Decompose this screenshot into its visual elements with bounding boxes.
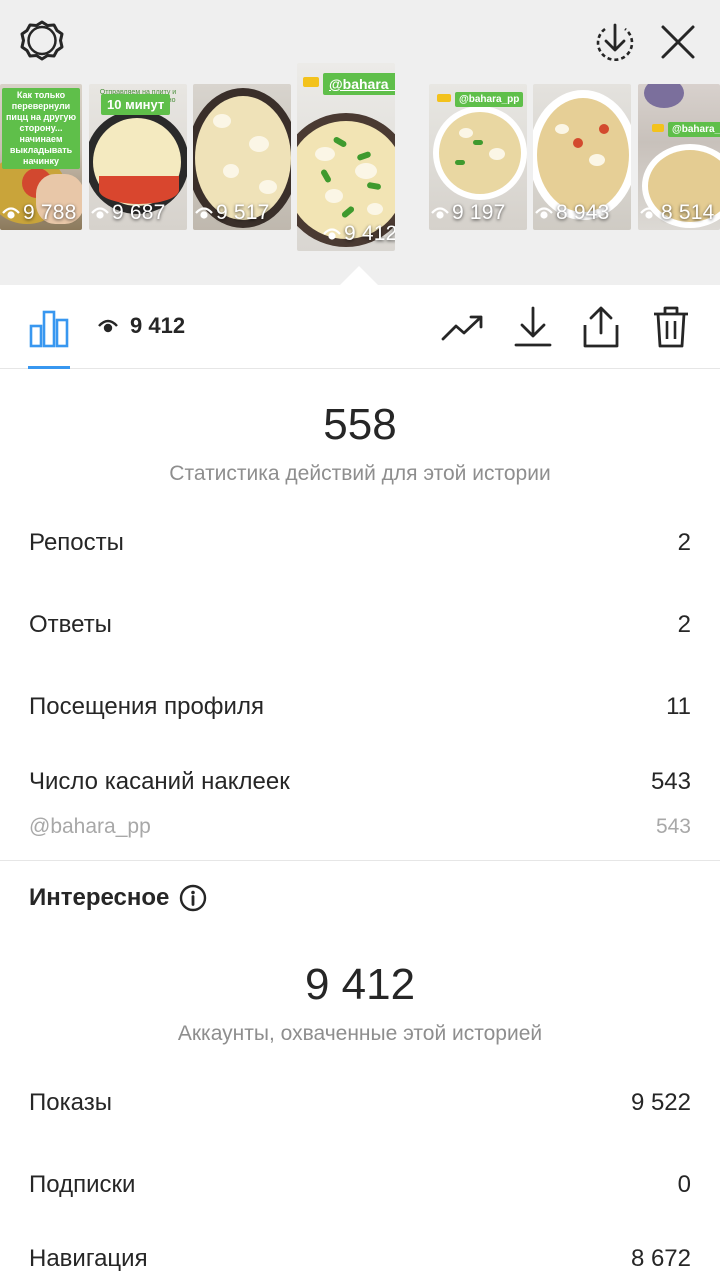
story-caption: 10 минут bbox=[101, 94, 171, 115]
arrow-sticker-icon bbox=[652, 124, 664, 132]
selected-story-pointer bbox=[340, 266, 378, 285]
arrow-sticker-icon bbox=[303, 77, 319, 87]
close-icon bbox=[661, 25, 695, 59]
settings-gear-icon bbox=[20, 20, 64, 61]
discovery-title-text: Интересное bbox=[29, 884, 170, 911]
eye-icon bbox=[2, 207, 20, 219]
stat-label: Репосты bbox=[29, 529, 124, 556]
interactions-total: 558 bbox=[323, 400, 397, 449]
stat-value: 0 bbox=[677, 1171, 691, 1198]
story-thumbnail[interactable]: Отправляем на плиту и готовим ещё пример… bbox=[89, 84, 187, 230]
reach-total: 9 412 bbox=[304, 960, 416, 1009]
story-caption: @bahara_pp bbox=[455, 92, 524, 107]
stories-strip: Как только перевернули пицц на другую ст… bbox=[0, 0, 720, 285]
story-views-count: 9 788 bbox=[23, 201, 77, 224]
close-button[interactable] bbox=[654, 18, 702, 66]
stat-label: Подписки bbox=[29, 1171, 136, 1198]
story-caption: Как только перевернули пицц на другую ст… bbox=[2, 88, 80, 169]
eye-icon bbox=[323, 228, 341, 240]
stat-row-follows: Подписки 0 bbox=[29, 1171, 691, 1199]
story-thumbnail[interactable]: @bahara_pp 8 514 bbox=[638, 84, 720, 230]
stat-row-navigation: Навигация 8 672 bbox=[29, 1245, 691, 1273]
story-thumbnail[interactable]: Как только перевернули пицц на другую ст… bbox=[0, 84, 82, 230]
story-views: 9 687 bbox=[89, 201, 187, 225]
info-icon[interactable] bbox=[179, 884, 207, 912]
stat-value: 2 bbox=[677, 611, 691, 638]
sticker-mention-label: @bahara_pp bbox=[29, 815, 151, 838]
sticker-mention-value: 543 bbox=[655, 815, 691, 838]
story-views-count: 9 197 bbox=[452, 201, 506, 224]
story-views: 8 514 bbox=[638, 201, 720, 225]
story-thumbnail[interactable]: 9 517 bbox=[193, 84, 291, 230]
story-thumbnail-selected[interactable]: @bahara_pp 9 412 bbox=[297, 63, 395, 251]
stat-label: Навигация bbox=[29, 1245, 148, 1272]
stat-row-impressions: Показы 9 522 bbox=[29, 1089, 691, 1117]
eye-icon bbox=[195, 207, 213, 219]
stat-row-reposts: Репосты 2 bbox=[29, 529, 691, 557]
section-divider bbox=[0, 860, 720, 861]
stat-row-profile-visits: Посещения профиля 11 bbox=[29, 693, 691, 721]
eye-icon bbox=[640, 207, 658, 219]
stat-value: 11 bbox=[666, 693, 691, 720]
stat-value: 543 bbox=[650, 768, 691, 795]
stat-label: Число касаний наклеек bbox=[29, 768, 290, 795]
settings-button[interactable] bbox=[16, 16, 68, 68]
stat-row-replies: Ответы 2 bbox=[29, 611, 691, 639]
trending-icon bbox=[441, 315, 483, 341]
arrow-sticker-icon bbox=[437, 94, 451, 102]
bar-chart-icon bbox=[29, 310, 69, 348]
eye-icon bbox=[535, 207, 553, 219]
story-views-count: 9 517 bbox=[216, 201, 270, 224]
viewers-count[interactable]: 9 412 bbox=[98, 313, 185, 339]
interactions-subtitle: Статистика действий для этой истории bbox=[169, 462, 551, 485]
story-thumbnail[interactable]: 8 943 bbox=[533, 84, 631, 230]
stat-value: 8 672 bbox=[630, 1245, 691, 1272]
share-button[interactable] bbox=[578, 303, 624, 351]
stat-row-sticker-taps: Число касаний наклеек 543 bbox=[29, 768, 691, 796]
delete-button[interactable] bbox=[648, 303, 694, 351]
download-icon bbox=[514, 306, 552, 347]
save-story-button[interactable] bbox=[590, 18, 640, 68]
discovery-section-title: Интересное bbox=[29, 884, 207, 912]
story-views: 9 517 bbox=[193, 201, 291, 225]
download-circle-icon bbox=[596, 23, 634, 61]
download-button[interactable] bbox=[510, 303, 556, 351]
story-views: 9 412 bbox=[321, 222, 395, 246]
stat-value: 9 522 bbox=[630, 1089, 691, 1116]
eye-icon bbox=[431, 207, 449, 219]
story-thumbnail[interactable]: @bahara_pp 9 197 bbox=[429, 84, 527, 230]
story-views: 9 788 bbox=[0, 201, 82, 225]
stat-label: Посещения профиля bbox=[29, 693, 264, 720]
story-views: 8 943 bbox=[533, 201, 631, 225]
eye-icon bbox=[98, 319, 118, 333]
story-caption: @bahara_pp bbox=[668, 122, 720, 137]
eye-icon bbox=[91, 207, 109, 219]
reach-subtitle: Аккаунты, охваченные этой историей bbox=[177, 1022, 543, 1045]
story-views-count: 9 412 bbox=[344, 222, 395, 245]
stat-row-sticker-mention: @bahara_pp 543 bbox=[29, 815, 691, 839]
stat-label: Показы bbox=[29, 1089, 112, 1116]
insights-tab[interactable] bbox=[26, 305, 72, 351]
story-views-count: 8 943 bbox=[556, 201, 610, 224]
story-views: 9 197 bbox=[429, 201, 527, 225]
trash-icon bbox=[654, 306, 688, 348]
story-caption: @bahara_pp bbox=[323, 73, 395, 95]
story-views-count: 8 514 bbox=[661, 201, 715, 224]
share-icon bbox=[583, 306, 619, 348]
active-tab-indicator bbox=[28, 366, 70, 369]
stat-label: Ответы bbox=[29, 611, 112, 638]
promote-button[interactable] bbox=[440, 305, 486, 351]
viewers-count-value: 9 412 bbox=[130, 313, 186, 338]
insights-toolbar: 9 412 bbox=[0, 285, 720, 369]
stat-value: 2 bbox=[677, 529, 691, 556]
story-views-count: 9 687 bbox=[112, 201, 166, 224]
